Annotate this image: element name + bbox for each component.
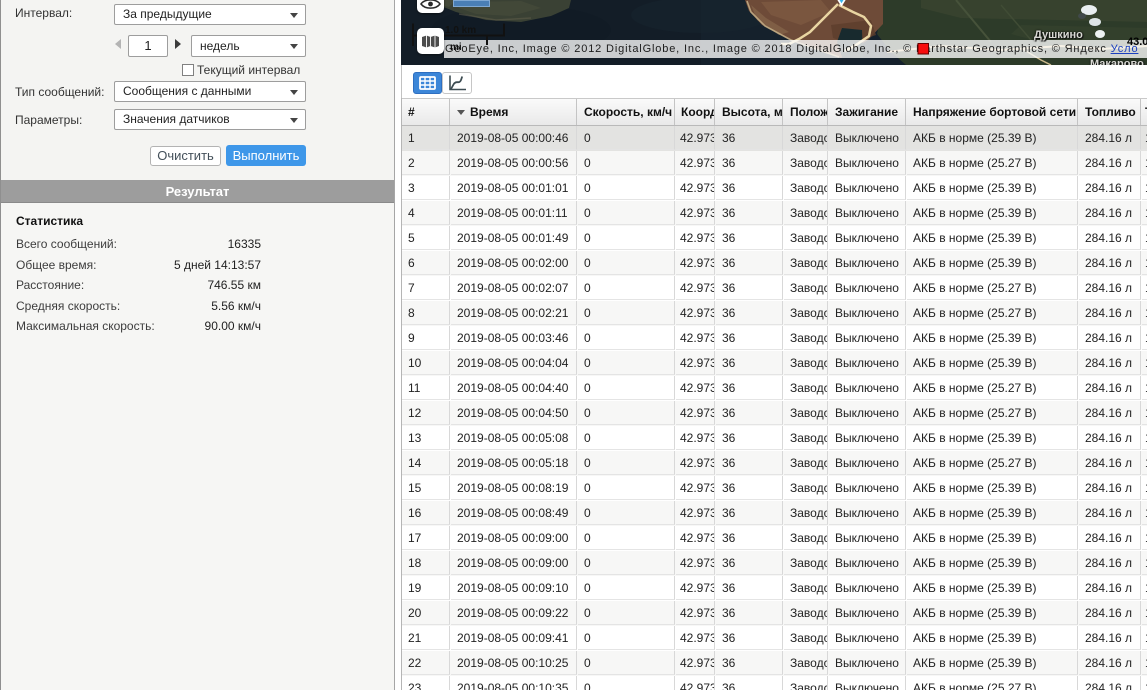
svg-text:mi: mi <box>450 42 462 53</box>
svg-text:1.0 km: 1.0 km <box>445 25 476 36</box>
